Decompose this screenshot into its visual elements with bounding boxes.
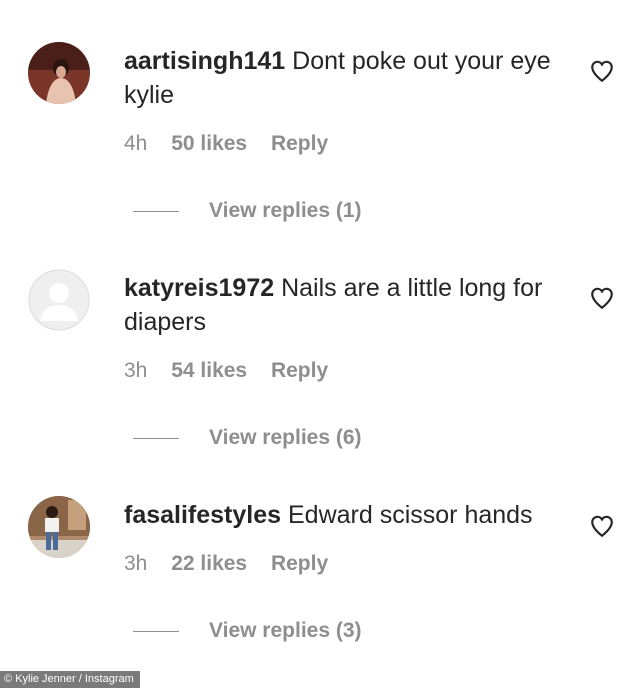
comment-time: 3h xyxy=(124,552,148,575)
user-photo-avatar-icon xyxy=(28,496,90,558)
comment-time: 3h xyxy=(124,359,148,382)
avatar[interactable] xyxy=(28,42,90,104)
comment-text: katyreis1972 Nails are a little long for… xyxy=(124,271,564,339)
replies-divider xyxy=(133,211,179,212)
replies-divider xyxy=(133,438,179,439)
view-replies-button[interactable]: View replies (1) xyxy=(209,199,362,223)
comment-likes[interactable]: 22 likes xyxy=(171,552,247,575)
comment-username[interactable]: katyreis1972 xyxy=(124,274,274,302)
comment-meta: 3h 54 likes Reply xyxy=(124,359,346,383)
like-heart-icon[interactable] xyxy=(589,285,615,311)
like-heart-icon[interactable] xyxy=(589,513,615,539)
comment-likes[interactable]: 54 likes xyxy=(171,359,247,382)
avatar[interactable] xyxy=(28,496,90,558)
comment-username[interactable]: fasalifestyles xyxy=(124,501,281,529)
view-replies-button[interactable]: View replies (6) xyxy=(209,426,362,450)
reply-button[interactable]: Reply xyxy=(271,552,328,575)
default-user-avatar-icon xyxy=(28,269,90,331)
photo-credit: © Kylie Jenner / Instagram xyxy=(0,671,140,688)
reply-button[interactable]: Reply xyxy=(271,359,328,382)
comment-body: Edward scissor hands xyxy=(288,501,533,529)
view-replies-button[interactable]: View replies (3) xyxy=(209,619,362,643)
reply-button[interactable]: Reply xyxy=(271,132,328,155)
comment-meta: 3h 22 likes Reply xyxy=(124,552,346,576)
like-heart-icon[interactable] xyxy=(589,58,615,84)
comment-meta: 4h 50 likes Reply xyxy=(124,132,346,156)
comment-username[interactable]: aartisingh141 xyxy=(124,47,285,75)
avatar[interactable] xyxy=(28,269,90,331)
user-photo-avatar-icon xyxy=(28,42,90,104)
replies-divider xyxy=(133,631,179,632)
comment-likes[interactable]: 50 likes xyxy=(171,132,247,155)
comment-text: aartisingh141 Dont poke out your eye kyl… xyxy=(124,44,564,112)
comment-text: fasalifestyles Edward scissor hands xyxy=(124,498,564,532)
comment-time: 4h xyxy=(124,132,148,155)
